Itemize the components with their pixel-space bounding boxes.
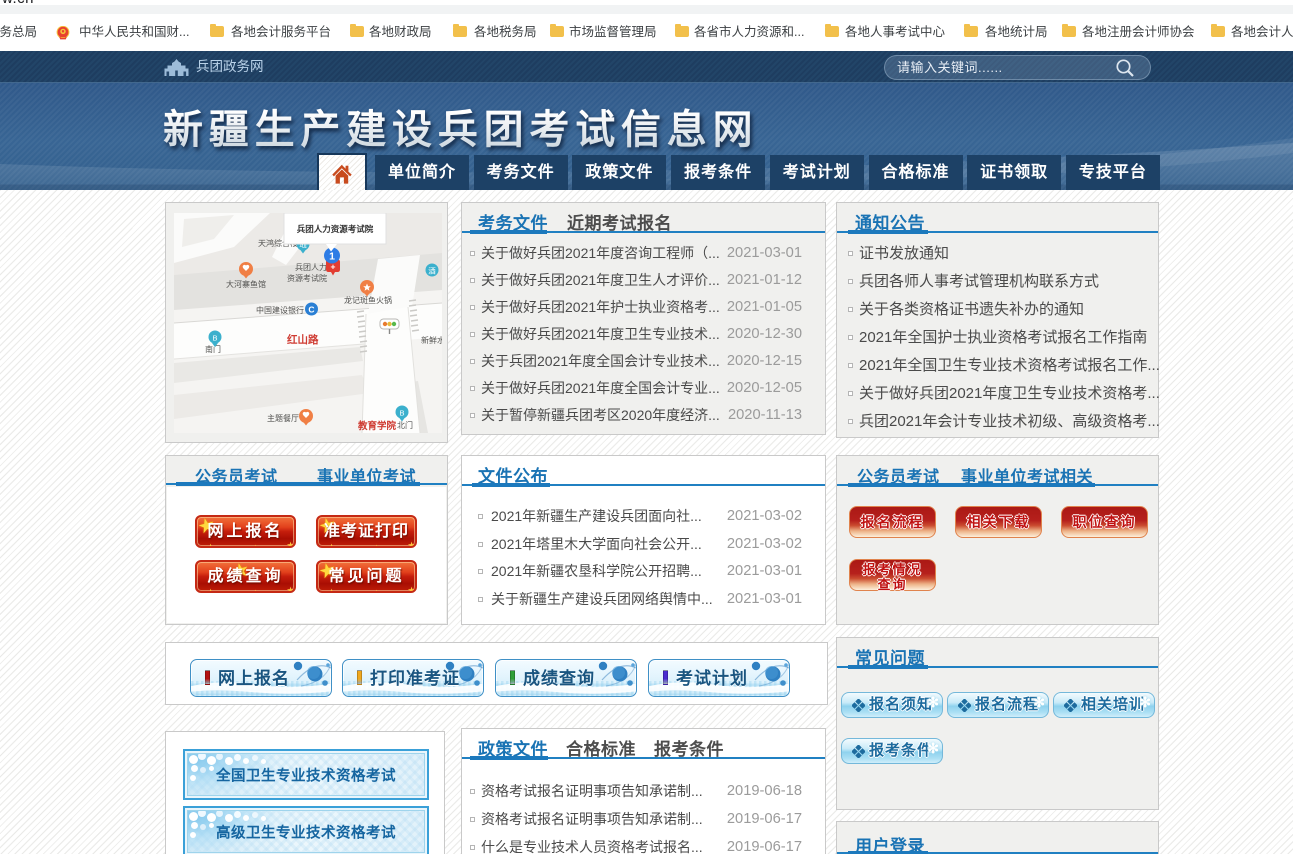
svg-text:大河寨鱼馆: 大河寨鱼馆 [226,279,266,289]
svg-text:中国建设银行: 中国建设银行 [256,305,304,315]
svg-text:酒: 酒 [428,267,436,276]
svg-text:兵团人力: 兵团人力 [295,262,327,272]
svg-text:资源考试院: 资源考试院 [287,273,327,283]
svg-text:南门: 南门 [205,344,221,354]
svg-text:B: B [212,334,217,343]
svg-text:教育学院: 教育学院 [357,420,397,432]
svg-text:C: C [308,305,314,315]
svg-text:龙记斑鱼火锅: 龙记斑鱼火锅 [344,295,392,305]
svg-text:新鲜水: 新鲜水 [421,335,442,345]
svg-text:兵团人力资源考试院: 兵团人力资源考试院 [297,224,374,234]
svg-text:1: 1 [329,251,335,263]
svg-text:B: B [399,409,404,418]
svg-text:北门: 北门 [397,420,413,430]
svg-text:红山路: 红山路 [287,333,319,346]
svg-text:主题餐厅: 主题餐厅 [267,413,299,423]
